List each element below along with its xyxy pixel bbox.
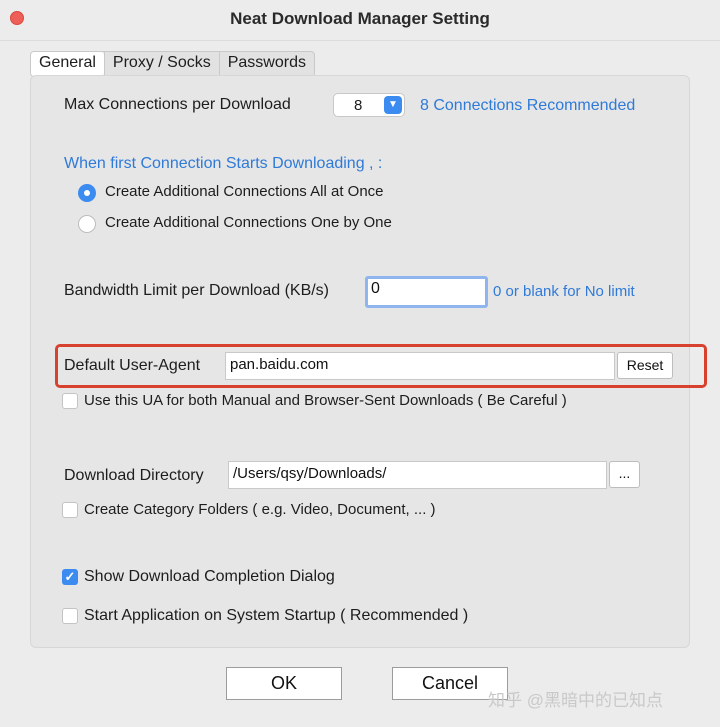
system-startup-label: Start Application on System Startup ( Re… <box>84 607 469 624</box>
max-connections-label: Max Connections per Download <box>64 96 291 113</box>
user-agent-input[interactable]: pan.baidu.com <box>225 352 615 380</box>
tab-bar: General Proxy / Socks Passwords <box>30 51 315 77</box>
download-directory-label: Download Directory <box>64 467 204 484</box>
max-connections-select[interactable]: 8 ▼ <box>333 93 405 117</box>
user-agent-reset-button[interactable]: Reset <box>617 352 673 379</box>
radio-one-by-one-label: Create Additional Connections One by One <box>105 214 392 231</box>
chevron-down-icon: ▼ <box>384 96 402 114</box>
window-title: Neat Download Manager Setting <box>230 9 490 28</box>
bandwidth-note: 0 or blank for No limit <box>493 283 635 300</box>
use-ua-both-label: Use this UA for both Manual and Browser-… <box>84 392 567 409</box>
tab-proxy-socks[interactable]: Proxy / Socks <box>103 52 219 76</box>
completion-dialog-checkbox[interactable]: ✓ <box>62 569 78 585</box>
connections-recommended-note: 8 Connections Recommended <box>420 97 636 114</box>
radio-all-at-once[interactable] <box>78 184 96 202</box>
radio-all-at-once-label: Create Additional Connections All at Onc… <box>105 183 384 200</box>
watermark-text: 知乎 @黑暗中的已知点 <box>488 691 663 710</box>
radio-one-by-one[interactable] <box>78 215 96 233</box>
system-startup-checkbox[interactable] <box>62 608 78 624</box>
browse-directory-button[interactable]: ... <box>609 461 640 488</box>
max-connections-value: 8 <box>354 97 363 114</box>
first-connection-heading: When first Connection Starts Downloading… <box>64 155 383 172</box>
tab-general[interactable]: General <box>31 52 104 76</box>
ok-button[interactable]: OK <box>226 667 342 700</box>
user-agent-label: Default User-Agent <box>64 357 201 374</box>
download-directory-input[interactable]: /Users/qsy/Downloads/ <box>228 461 607 489</box>
completion-dialog-label: Show Download Completion Dialog <box>84 568 335 585</box>
tab-passwords[interactable]: Passwords <box>218 52 314 76</box>
use-ua-both-checkbox[interactable] <box>62 393 78 409</box>
category-folders-label: Create Category Folders ( e.g. Video, Do… <box>84 501 436 518</box>
bandwidth-label: Bandwidth Limit per Download (KB/s) <box>64 282 330 299</box>
category-folders-checkbox[interactable] <box>62 502 78 518</box>
bandwidth-input[interactable]: 0 <box>365 276 488 308</box>
